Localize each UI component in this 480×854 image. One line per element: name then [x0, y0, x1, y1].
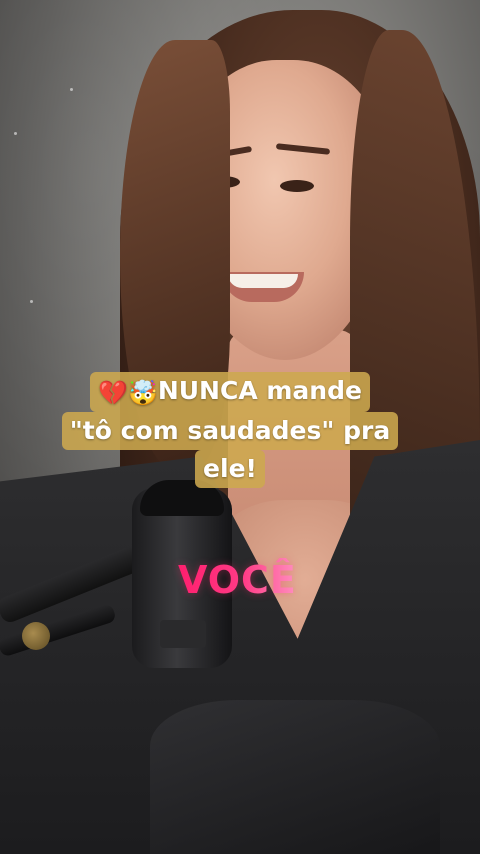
- caption-text-3: ele!: [203, 454, 257, 483]
- subject-teeth: [228, 274, 298, 288]
- caption-box: 💔🤯NUNCA mande "tô com saudades" pra ele!: [52, 372, 408, 488]
- dust-particle: [14, 132, 17, 135]
- broken-heart-icon: 💔: [98, 379, 128, 407]
- caption-line-2: "tô com saudades" pra: [61, 412, 399, 450]
- dust-particle: [30, 300, 33, 303]
- subject-eye: [280, 180, 314, 192]
- caption-text-1: NUNCA mande: [157, 376, 362, 405]
- subject-top-fold: [150, 700, 440, 854]
- caption-line-3: ele!: [195, 450, 265, 488]
- caption-line-1: 💔🤯NUNCA mande: [90, 372, 370, 412]
- mind-blown-icon: 🤯: [127, 379, 158, 407]
- caption-text-2: "tô com saudades" pra: [69, 416, 391, 445]
- video-frame: VOCÊ VOCÊ 💔🤯NUNCA mande "tô com saudades…: [0, 0, 480, 854]
- overlay-word: VOCÊ: [178, 558, 297, 602]
- mic-arm-knob: [22, 622, 50, 650]
- dust-particle: [70, 88, 73, 91]
- microphone-badge: [160, 620, 206, 648]
